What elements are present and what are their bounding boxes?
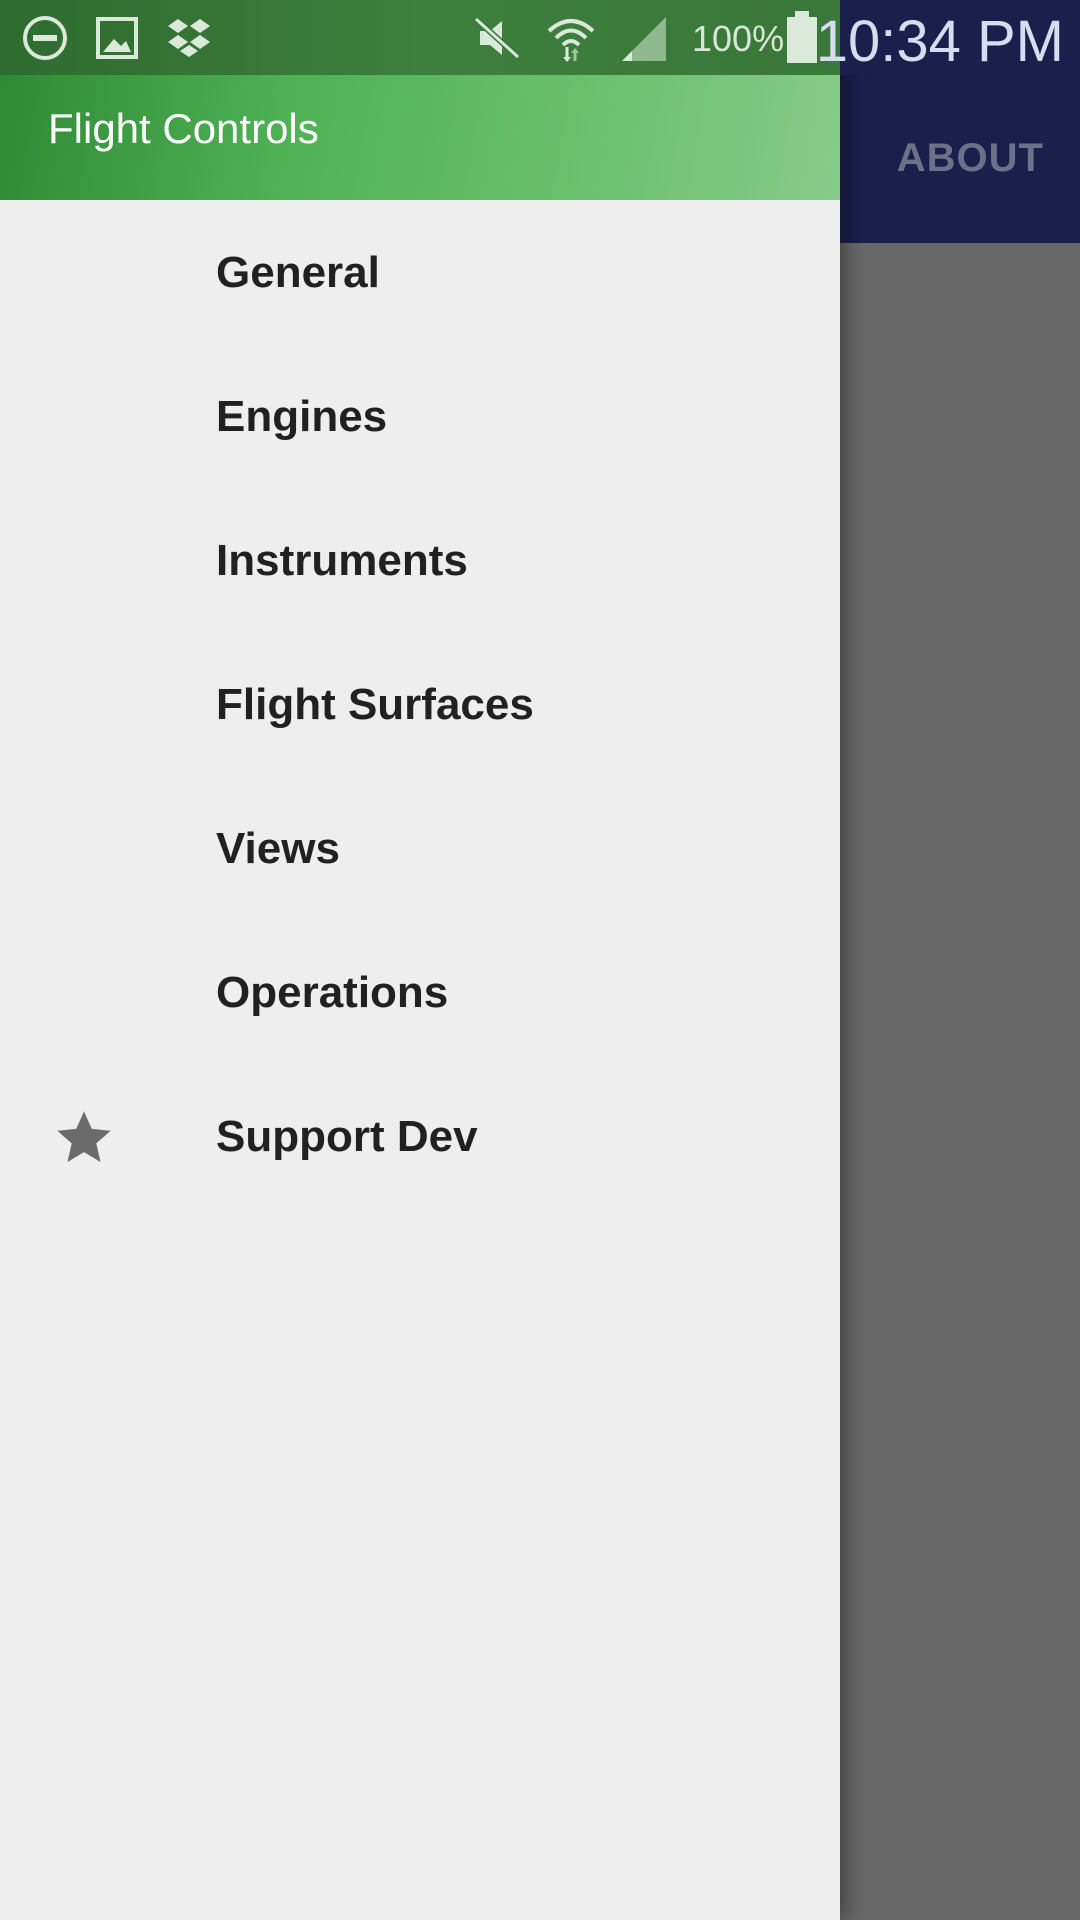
menu-item-label: Views [216,824,340,873]
menu-item-label: Engines [216,392,388,441]
menu-item-flight-surfaces[interactable]: Flight Surfaces [0,632,840,776]
gallery-icon [96,17,138,59]
menu-item-engines[interactable]: Engines [0,344,840,488]
drawer-header: Flight Controls [0,75,840,200]
menu-item-label: Operations [216,968,449,1017]
drawer-menu: General Engines Instruments Flight Surfa… [0,200,840,1208]
screen: ABOUT st t [0,0,1080,1920]
tab-about[interactable]: ABOUT [897,136,1044,181]
menu-item-operations[interactable]: Operations [0,920,840,1064]
menu-item-label: Instruments [216,536,468,585]
signal-icon [622,17,666,61]
do-not-disturb-icon [23,16,67,60]
menu-item-label: General [216,248,380,297]
menu-item-instruments[interactable]: Instruments [0,488,840,632]
battery-percentage: 100% [692,18,785,59]
menu-item-views[interactable]: Views [0,776,840,920]
menu-item-label: Flight Surfaces [216,680,534,729]
menu-item-label: Support Dev [216,1112,478,1161]
mute-icon [473,16,521,60]
drawer-title: Flight Controls [48,105,319,152]
dropbox-icon [168,19,210,57]
status-bar: 100% 10:34 PM [0,0,1080,75]
navigation-drawer: Flight Controls General Engines Instrume… [0,0,840,1920]
star-icon [57,1111,111,1162]
menu-item-support-dev[interactable]: Support Dev [0,1064,840,1208]
menu-item-general[interactable]: General [0,200,840,344]
clock: 10:34 PM [815,9,1064,74]
wifi-icon [547,19,595,62]
